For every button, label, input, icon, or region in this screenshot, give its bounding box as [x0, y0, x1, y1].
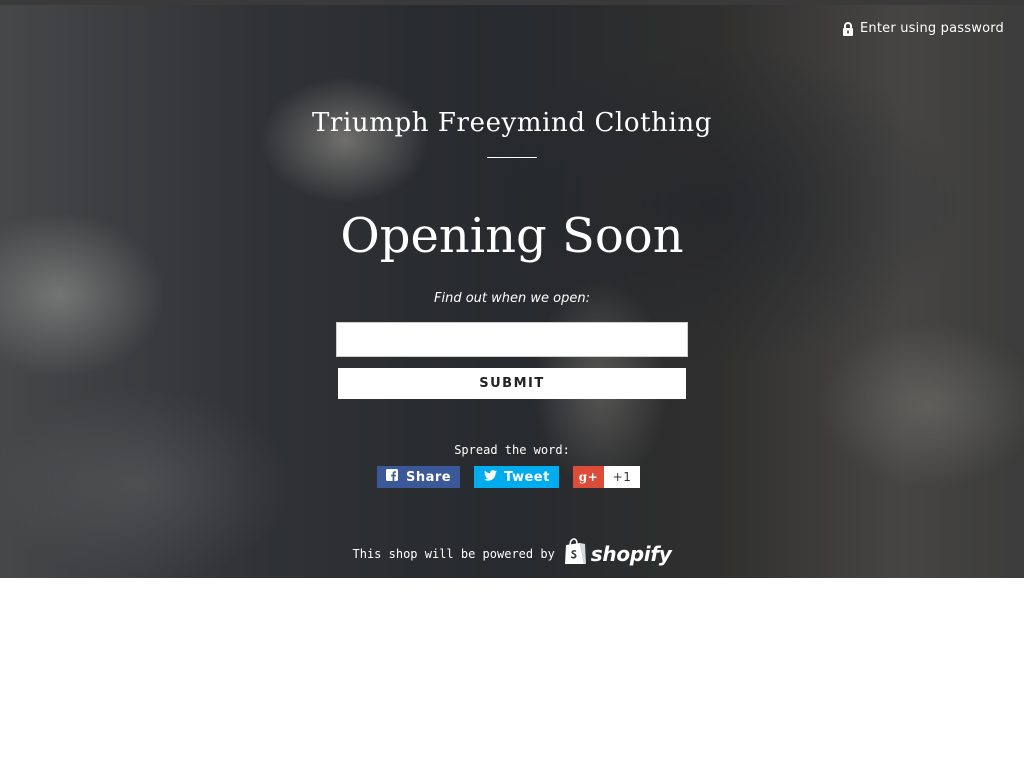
email-input[interactable]: [336, 322, 688, 357]
shopify-logo-link[interactable]: shopify: [563, 538, 672, 569]
enter-password-label: Enter using password: [860, 21, 1004, 36]
google-plus-count: +1: [612, 470, 632, 484]
enter-password-link[interactable]: Enter using password: [842, 21, 1004, 36]
title-divider: [487, 157, 537, 158]
twitter-tweet-button[interactable]: Tweet: [474, 466, 559, 488]
powered-by: This shop will be powered by shopify: [0, 538, 1024, 569]
lock-icon: [842, 21, 854, 36]
spread-the-word-label: Spread the word:: [454, 443, 570, 457]
google-plus-button[interactable]: g+ +1: [573, 466, 640, 488]
facebook-share-label: Share: [406, 469, 452, 485]
signup-prompt: Find out when we open:: [434, 291, 590, 306]
powered-by-text: This shop will be powered by: [352, 546, 555, 561]
twitter-icon: [484, 469, 497, 485]
google-plus-icon: g+: [573, 466, 604, 488]
page-headline: Opening Soon: [340, 208, 684, 264]
store-name: Triumph Freeymind Clothing: [311, 108, 713, 138]
twitter-tweet-label: Tweet: [504, 469, 550, 485]
shopify-bag-icon: [563, 538, 587, 569]
facebook-share-button[interactable]: Share: [377, 466, 460, 488]
facebook-icon: [386, 469, 398, 485]
share-buttons: Share Tweet g+ +1: [0, 466, 1024, 488]
submit-button[interactable]: SUBMIT: [338, 368, 686, 399]
hero-background: Enter using password Triumph Freeymind C…: [0, 5, 1024, 578]
shopify-wordmark: shopify: [590, 541, 672, 566]
